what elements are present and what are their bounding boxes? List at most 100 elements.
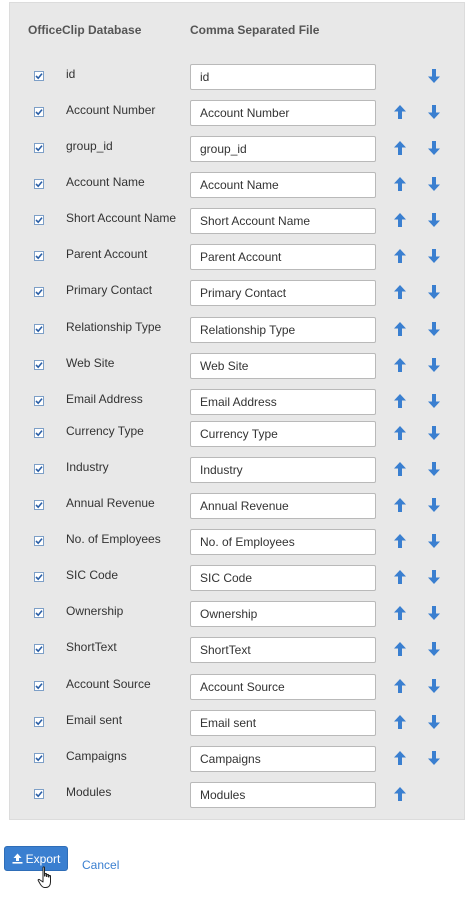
move-up-arrow-icon[interactable]: [394, 679, 406, 693]
field-row: ShortText: [10, 637, 464, 663]
include-field-checkbox[interactable]: [34, 789, 44, 799]
upload-icon: [12, 853, 23, 864]
move-down-arrow-icon[interactable]: [428, 642, 440, 656]
move-down-arrow-icon[interactable]: [428, 285, 440, 299]
move-down-arrow-icon[interactable]: [428, 715, 440, 729]
move-down-arrow-icon[interactable]: [428, 751, 440, 765]
include-field-checkbox[interactable]: [34, 608, 44, 618]
include-field-checkbox[interactable]: [34, 107, 44, 117]
csv-column-name-input[interactable]: [190, 674, 376, 700]
csv-column-name-input[interactable]: [190, 317, 376, 343]
move-up-arrow-icon[interactable]: [394, 358, 406, 372]
csv-column-name-input[interactable]: [190, 637, 376, 663]
move-up-arrow-icon[interactable]: [394, 787, 406, 801]
move-up-arrow-icon[interactable]: [394, 715, 406, 729]
include-field-checkbox[interactable]: [34, 251, 44, 261]
include-field-checkbox[interactable]: [34, 572, 44, 582]
csv-column-name-input[interactable]: [190, 493, 376, 519]
move-down-arrow-icon[interactable]: [428, 322, 440, 336]
include-field-checkbox[interactable]: [34, 396, 44, 406]
csv-column-name-input[interactable]: [190, 208, 376, 234]
database-field-label: Account Name: [66, 175, 145, 189]
csv-column-name-input[interactable]: [190, 565, 376, 591]
move-up-arrow-icon[interactable]: [394, 642, 406, 656]
move-up-arrow-icon[interactable]: [394, 462, 406, 476]
csv-column-name-input[interactable]: [190, 601, 376, 627]
field-row: Short Account Name: [10, 208, 464, 234]
move-up-arrow-icon[interactable]: [394, 105, 406, 119]
field-row: id: [10, 64, 464, 90]
csv-column-name-input[interactable]: [190, 746, 376, 772]
include-field-checkbox[interactable]: [34, 324, 44, 334]
move-down-arrow-icon[interactable]: [428, 462, 440, 476]
csv-column-name-input[interactable]: [190, 782, 376, 808]
move-down-arrow-icon[interactable]: [428, 141, 440, 155]
include-field-checkbox[interactable]: [34, 681, 44, 691]
move-down-arrow-icon[interactable]: [428, 534, 440, 548]
checkmark-icon: [35, 719, 43, 726]
database-field-label: Currency Type: [66, 424, 144, 438]
move-down-arrow-icon[interactable]: [428, 498, 440, 512]
csv-column-name-input[interactable]: [190, 421, 376, 447]
include-field-checkbox[interactable]: [34, 753, 44, 763]
move-up-arrow-icon[interactable]: [394, 498, 406, 512]
checkmark-icon: [35, 181, 43, 188]
csv-column-name-input[interactable]: [190, 457, 376, 483]
move-up-arrow-icon[interactable]: [394, 394, 406, 408]
move-down-arrow-icon[interactable]: [428, 105, 440, 119]
hand-pointer-cursor-icon: [37, 866, 51, 888]
move-up-arrow-icon[interactable]: [394, 249, 406, 263]
csv-column-name-input[interactable]: [190, 710, 376, 736]
include-field-checkbox[interactable]: [34, 428, 44, 438]
include-field-checkbox[interactable]: [34, 143, 44, 153]
move-down-arrow-icon[interactable]: [428, 358, 440, 372]
export-button[interactable]: Export: [4, 846, 68, 871]
move-up-arrow-icon[interactable]: [394, 177, 406, 191]
move-down-arrow-icon[interactable]: [428, 679, 440, 693]
move-up-arrow-icon[interactable]: [394, 213, 406, 227]
move-down-arrow-icon[interactable]: [428, 249, 440, 263]
csv-column-name-input[interactable]: [190, 353, 376, 379]
move-down-arrow-icon[interactable]: [428, 570, 440, 584]
cancel-link[interactable]: Cancel: [82, 858, 119, 872]
move-down-arrow-icon[interactable]: [428, 426, 440, 440]
include-field-checkbox[interactable]: [34, 464, 44, 474]
field-row: Relationship Type: [10, 317, 464, 343]
checkmark-icon: [35, 646, 43, 653]
move-up-arrow-icon[interactable]: [394, 285, 406, 299]
move-up-arrow-icon[interactable]: [394, 606, 406, 620]
checkmark-icon: [35, 538, 43, 545]
move-down-arrow-icon[interactable]: [428, 606, 440, 620]
field-row: Account Source: [10, 674, 464, 700]
include-field-checkbox[interactable]: [34, 287, 44, 297]
csv-column-name-input[interactable]: [190, 136, 376, 162]
move-up-arrow-icon[interactable]: [394, 141, 406, 155]
csv-column-name-input[interactable]: [190, 244, 376, 270]
include-field-checkbox[interactable]: [34, 644, 44, 654]
include-field-checkbox[interactable]: [34, 215, 44, 225]
move-down-arrow-icon[interactable]: [428, 213, 440, 227]
csv-column-name-input[interactable]: [190, 172, 376, 198]
move-up-arrow-icon[interactable]: [394, 322, 406, 336]
include-field-checkbox[interactable]: [34, 500, 44, 510]
move-up-arrow-icon[interactable]: [394, 534, 406, 548]
database-column-header: OfficeClip Database: [28, 23, 142, 37]
csv-column-name-input[interactable]: [190, 529, 376, 555]
move-down-arrow-icon[interactable]: [428, 394, 440, 408]
move-down-arrow-icon[interactable]: [428, 69, 440, 83]
move-down-arrow-icon[interactable]: [428, 177, 440, 191]
csv-column-name-input[interactable]: [190, 100, 376, 126]
move-up-arrow-icon[interactable]: [394, 570, 406, 584]
csv-column-name-input[interactable]: [190, 64, 376, 90]
field-row: Primary Contact: [10, 280, 464, 306]
include-field-checkbox[interactable]: [34, 179, 44, 189]
move-up-arrow-icon[interactable]: [394, 751, 406, 765]
csv-column-name-input[interactable]: [190, 389, 376, 415]
move-up-arrow-icon[interactable]: [394, 426, 406, 440]
include-field-checkbox[interactable]: [34, 71, 44, 81]
checkmark-icon: [35, 326, 43, 333]
csv-column-name-input[interactable]: [190, 280, 376, 306]
include-field-checkbox[interactable]: [34, 536, 44, 546]
include-field-checkbox[interactable]: [34, 360, 44, 370]
include-field-checkbox[interactable]: [34, 717, 44, 727]
